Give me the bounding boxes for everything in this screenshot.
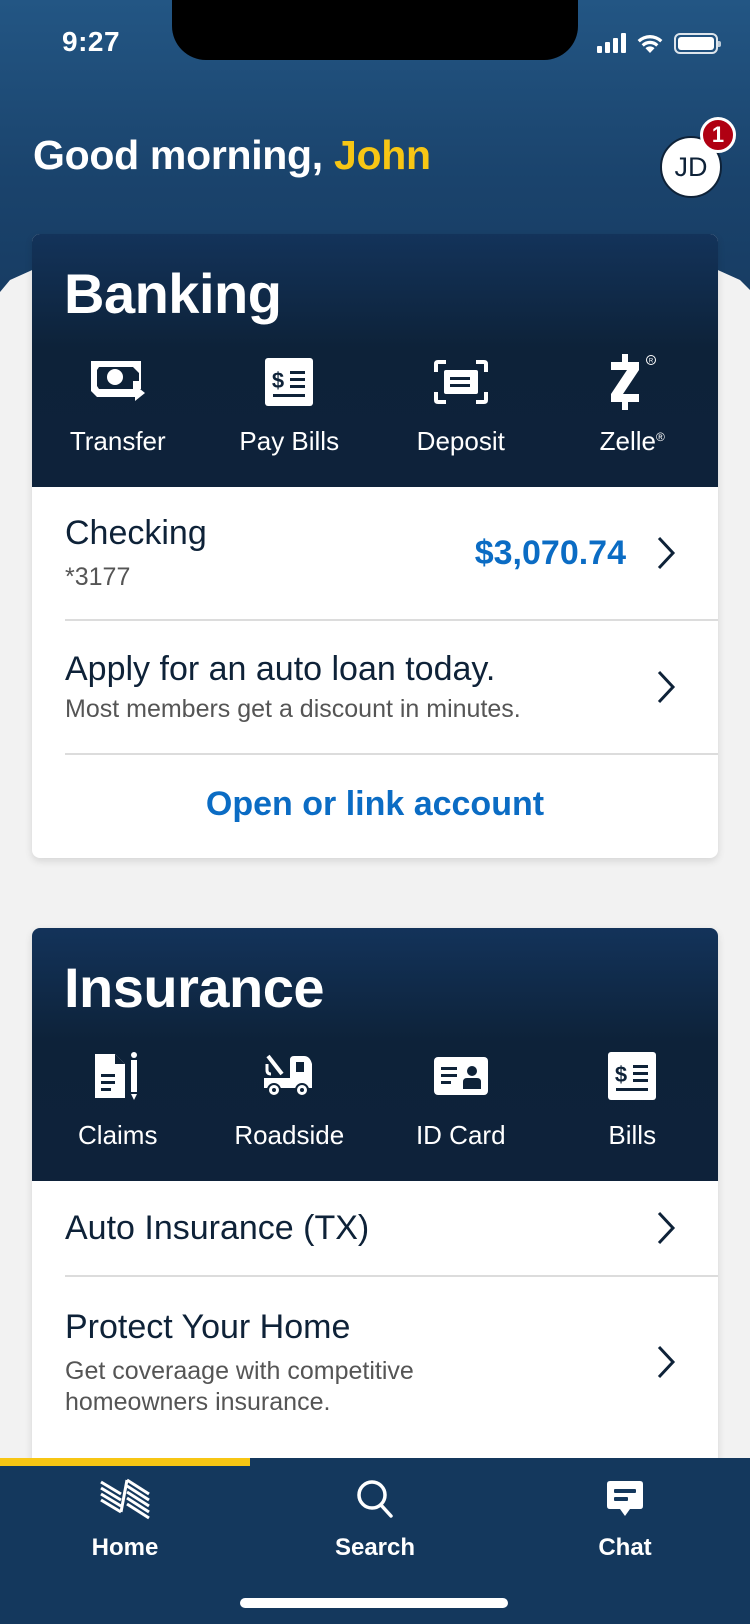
id-card-label: ID Card — [415, 1120, 506, 1150]
chat-icon — [607, 1481, 643, 1516]
transfer-button[interactable]: Transfer — [32, 354, 204, 457]
banking-title: Banking — [64, 262, 282, 325]
tow-truck-icon — [264, 1054, 313, 1097]
auto-insurance-row[interactable]: Auto Insurance (TX) — [32, 1181, 718, 1275]
transfer-icon — [90, 361, 145, 401]
pay-bills-icon: $ — [265, 358, 314, 406]
transfer-label: Transfer — [69, 426, 166, 456]
bills-button[interactable]: $ Bills — [547, 1048, 719, 1151]
insurance-card: Insurance Claims Roadside ID Card $ Bill… — [32, 928, 718, 1488]
deposit-icon — [433, 360, 488, 404]
home-promo-subtitle-line1: Get coveraage with competitive — [65, 1356, 414, 1385]
bills-label: Bills — [608, 1120, 657, 1150]
notification-badge: 1 — [700, 117, 736, 153]
id-card-icon — [433, 1057, 488, 1095]
wifi-icon — [637, 35, 663, 53]
deposit-label: Deposit — [416, 426, 505, 456]
active-tab-indicator — [0, 1458, 250, 1466]
chevron-right-icon — [657, 1345, 676, 1379]
search-icon — [357, 1480, 393, 1518]
zelle-label: Zelle® — [599, 426, 665, 456]
account-number: *3177 — [65, 563, 131, 591]
insurance-actions: Claims Roadside ID Card $ Bills — [32, 1048, 718, 1181]
protect-home-promo-row[interactable]: Protect Your Home Get coveraage with com… — [32, 1277, 718, 1447]
auto-loan-subtitle: Most members get a discount in minutes. — [65, 695, 521, 723]
checking-account-row[interactable]: Checking *3177 $3,070.74 — [32, 487, 718, 619]
home-icon — [100, 1478, 150, 1520]
home-promo-title: Protect Your Home — [65, 1307, 351, 1346]
policy-title: Auto Insurance (TX) — [65, 1208, 370, 1247]
status-time: 9:27 — [62, 26, 121, 57]
auto-loan-promo-row[interactable]: Apply for an auto loan today. Most membe… — [32, 621, 718, 753]
claims-button[interactable]: Claims — [32, 1048, 204, 1151]
banking-actions: Transfer $ Pay Bills Deposit R Zelle® — [32, 354, 718, 487]
home-indicator — [240, 1598, 508, 1608]
chevron-right-icon — [657, 1211, 676, 1245]
greeting: Good morning, John — [33, 132, 431, 179]
device-notch — [172, 0, 578, 60]
svg-text:R: R — [649, 359, 654, 365]
svg-text:$: $ — [615, 1062, 627, 1087]
tab-home-label: Home — [91, 1534, 159, 1561]
banking-card-header: Banking Transfer $ Pay Bills Deposit R Z… — [32, 234, 718, 487]
deposit-button[interactable]: Deposit — [375, 354, 547, 457]
banking-card: Banking Transfer $ Pay Bills Deposit R Z… — [32, 234, 718, 858]
avatar-initials: JD — [674, 151, 708, 182]
bills-icon: $ — [608, 1052, 657, 1100]
open-or-link-account-link[interactable]: Open or link account — [32, 755, 718, 858]
chevron-right-icon — [657, 536, 676, 570]
greeting-prefix: Good morning, — [33, 132, 334, 178]
battery-icon — [674, 32, 721, 54]
chevron-right-icon — [657, 670, 676, 704]
roadside-label: Roadside — [234, 1120, 345, 1150]
home-promo-subtitle-line2: homeowners insurance. — [65, 1387, 331, 1416]
tab-search[interactable]: Search — [250, 1474, 500, 1562]
tab-search-label: Search — [334, 1534, 416, 1561]
pay-bills-label: Pay Bills — [239, 426, 340, 456]
insurance-title: Insurance — [64, 956, 325, 1019]
claims-label: Claims — [78, 1120, 158, 1150]
tab-chat-label: Chat — [598, 1534, 652, 1561]
zelle-icon: R — [611, 354, 657, 410]
auto-loan-title: Apply for an auto loan today. — [65, 650, 496, 688]
user-first-name: John — [333, 132, 431, 178]
tab-chat[interactable]: Chat — [500, 1474, 750, 1562]
signal-icon — [597, 33, 626, 53]
account-balance: $3,070.74 — [474, 533, 626, 572]
zelle-button[interactable]: R Zelle® — [547, 354, 719, 457]
tab-home[interactable]: Home — [0, 1474, 250, 1562]
pay-bills-button[interactable]: $ Pay Bills — [204, 354, 376, 457]
insurance-card-header: Insurance Claims Roadside ID Card $ Bill… — [32, 928, 718, 1181]
roadside-button[interactable]: Roadside — [204, 1048, 376, 1151]
status-icons — [597, 32, 721, 54]
claims-icon — [94, 1052, 137, 1100]
account-name: Checking — [65, 514, 207, 552]
id-card-button[interactable]: ID Card — [375, 1048, 547, 1151]
svg-text:$: $ — [272, 368, 284, 393]
